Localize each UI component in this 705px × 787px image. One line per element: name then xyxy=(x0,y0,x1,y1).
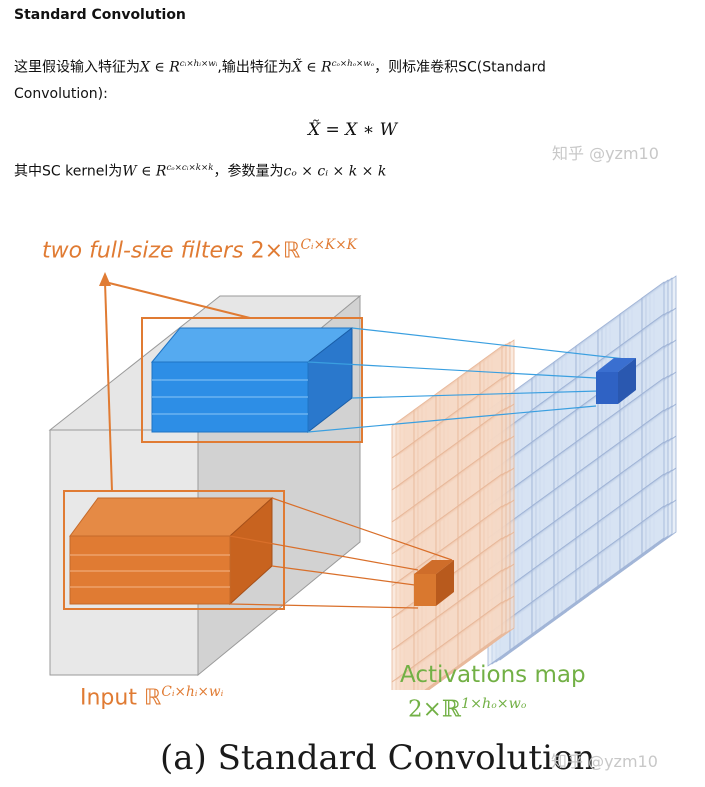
filters-label-sup: Cᵢ×K×K xyxy=(300,237,357,253)
convolution-equation: X̃ = X ∗ W xyxy=(307,120,398,140)
filters-label-text: two full-size filters xyxy=(42,238,244,264)
kernel-math: W ∈ R xyxy=(122,163,167,180)
input-label-sup: Cᵢ×hᵢ×wᵢ xyxy=(161,684,224,700)
paragraph-input-output: 这里假设输入特征为X ∈ Rcᵢ×hᵢ×wᵢ,输出特征为X̃ ∈ Rcₒ×hₒ×… xyxy=(14,54,546,78)
activations-dim-sup: 1×hₒ×wₒ xyxy=(461,696,527,712)
para3-prefix: 其中SC kernel为 xyxy=(14,163,123,180)
watermark-bottom: 知乎 @yzm10 xyxy=(551,752,658,771)
paragraph-continuation: Convolution): xyxy=(14,86,108,102)
params-math: cₒ × cᵢ × k × k xyxy=(283,163,387,180)
para1-middle: ,输出特征为 xyxy=(217,59,292,76)
para1-suffix: ，则标准卷积SC(Standard xyxy=(374,59,546,76)
kernel-math-sup: cₒ×cᵢ×k×k xyxy=(166,163,214,173)
para3-middle: ，参数量为 xyxy=(213,163,284,180)
activations-label: Activations map xyxy=(400,662,586,688)
watermark-top: 知乎 @yzm10 xyxy=(552,144,659,163)
para1-prefix: 这里假设输入特征为 xyxy=(14,59,140,76)
activation-grid-blue xyxy=(487,275,677,667)
section-heading: Standard Convolution xyxy=(14,7,186,23)
input-label: Input ℝCᵢ×hᵢ×wᵢ xyxy=(80,684,223,710)
output-math-sup: cₒ×hₒ×wₒ xyxy=(331,59,375,69)
input-math-sup: cᵢ×hᵢ×wᵢ xyxy=(179,59,218,69)
activations-dim: 2×ℝ1×hₒ×wₒ xyxy=(408,696,526,723)
standard-convolution-diagram xyxy=(48,272,677,690)
figure-caption: (a) Standard Convolution xyxy=(160,738,596,778)
input-label-text: Input ℝ xyxy=(80,685,162,711)
input-math: X ∈ R xyxy=(140,59,180,76)
filters-label-dim: 2×ℝ xyxy=(250,238,301,264)
filters-label: two full-size filters 2×ℝCᵢ×K×K xyxy=(42,237,357,263)
activations-dim-text: 2×ℝ xyxy=(408,696,462,723)
output-math: X̃ ∈ R xyxy=(291,59,332,76)
activation-grid-orange xyxy=(391,339,515,690)
paragraph-kernel: 其中SC kernel为W ∈ Rcₒ×cᵢ×k×k，参数量为cₒ × cᵢ ×… xyxy=(14,158,386,182)
